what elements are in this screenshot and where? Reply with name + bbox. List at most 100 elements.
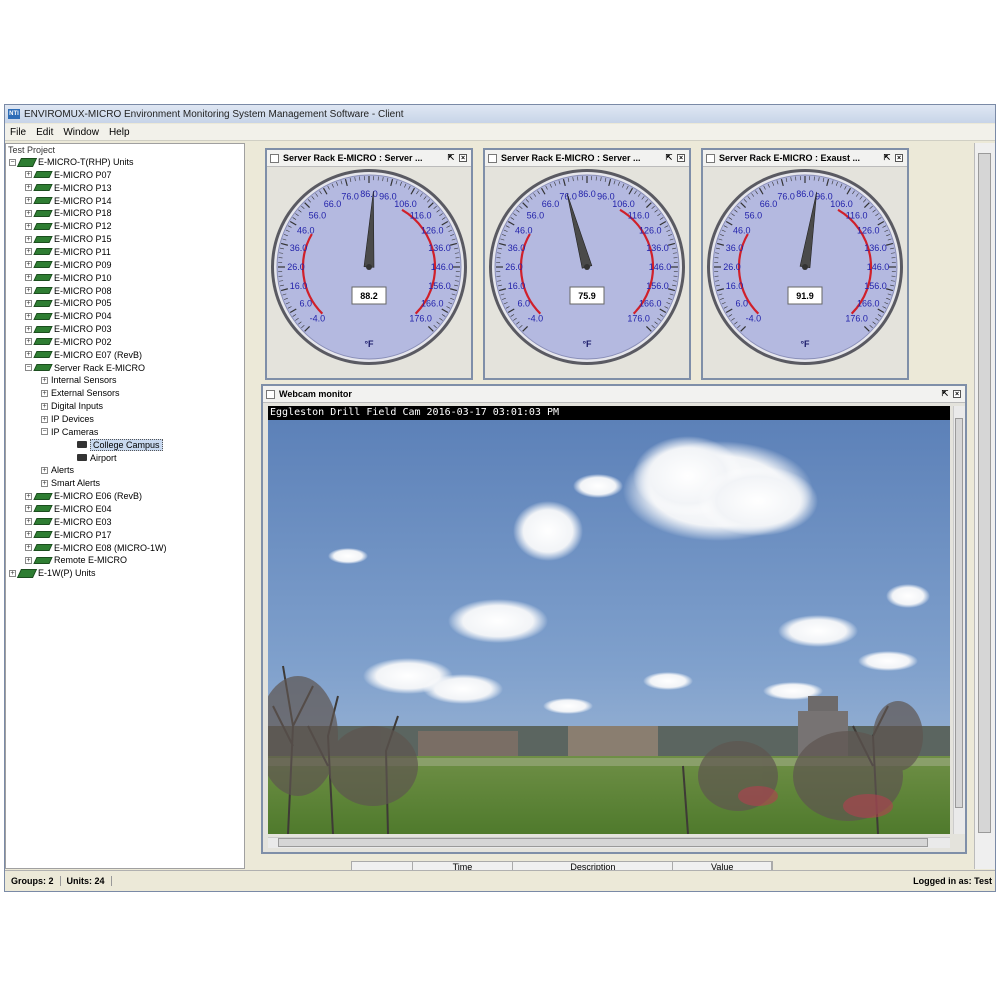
close-icon[interactable]: × xyxy=(953,390,961,398)
tree-unit[interactable]: + E-MICRO P08 xyxy=(25,285,112,297)
title-bar[interactable]: NTI ENVIROMUX-MICRO Environment Monitori… xyxy=(5,105,995,123)
expand-icon[interactable]: + xyxy=(25,184,32,192)
select-checkbox[interactable] xyxy=(488,153,497,163)
tree-camera[interactable]: Airport xyxy=(67,452,117,464)
gauge-window-2[interactable]: Server Rack E-MICRO : Server ... ⇱ × -4.… xyxy=(483,148,691,380)
tree-camera[interactable]: College Campus xyxy=(67,438,163,451)
tree-unit[interactable]: − Server Rack E-MICRO xyxy=(25,362,145,374)
tree-unit[interactable]: + E-MICRO P14 xyxy=(25,195,112,207)
expand-icon[interactable]: + xyxy=(25,351,32,359)
tree-unit[interactable]: + E-MICRO P15 xyxy=(25,233,112,245)
expand-icon[interactable]: + xyxy=(25,325,32,333)
tree-unit[interactable]: + E-MICRO E04 xyxy=(25,503,112,515)
expand-icon[interactable]: + xyxy=(41,415,48,423)
tree-category[interactable]: − IP Cameras xyxy=(41,426,98,438)
collapse-icon[interactable]: − xyxy=(9,158,16,166)
tree-category[interactable]: + Alerts xyxy=(41,464,74,476)
expand-icon[interactable]: + xyxy=(41,479,48,487)
gauge-title-bar[interactable]: Server Rack E-MICRO : Exaust ... ⇱ × xyxy=(703,150,907,167)
tree-unit[interactable]: + E-MICRO E03 xyxy=(25,516,112,528)
project-tree[interactable]: Test Project − E-MICRO-T(RHP) Units + E-MIC… xyxy=(5,143,245,869)
tree-category[interactable]: + IP Devices xyxy=(41,413,94,425)
tree-unit[interactable]: + E-MICRO P07 xyxy=(25,169,112,181)
collapse-icon[interactable]: − xyxy=(41,428,48,436)
tree-group[interactable]: − E-MICRO-T(RHP) Units xyxy=(9,156,134,168)
tree-unit[interactable]: + E-MICRO P04 xyxy=(25,310,112,322)
expand-icon[interactable]: + xyxy=(25,222,32,230)
restore-icon[interactable]: ⇱ xyxy=(447,154,455,162)
expand-icon[interactable]: + xyxy=(41,376,48,384)
desktop-vertical-scrollbar[interactable] xyxy=(974,143,995,869)
close-icon[interactable]: × xyxy=(895,154,903,162)
expand-icon[interactable]: + xyxy=(41,466,48,474)
select-checkbox[interactable] xyxy=(270,153,279,163)
expand-icon[interactable]: + xyxy=(25,492,32,500)
tree-category[interactable]: + Digital Inputs xyxy=(41,400,103,412)
tree-unit[interactable]: + Remote E-MICRO xyxy=(25,554,127,566)
restore-icon[interactable]: ⇱ xyxy=(883,154,891,162)
gauge-title-bar[interactable]: Server Rack E-MICRO : Server ... ⇱ × xyxy=(485,150,689,167)
expand-icon[interactable]: + xyxy=(25,544,32,551)
expand-icon[interactable]: + xyxy=(25,261,32,269)
menu-window[interactable]: Window xyxy=(58,127,104,138)
webcam-vertical-scrollbar[interactable] xyxy=(953,406,965,834)
webcam-horizontal-scrollbar[interactable] xyxy=(268,837,950,848)
tree-unit[interactable]: + E-MICRO P13 xyxy=(25,182,112,194)
expand-icon[interactable]: + xyxy=(25,274,32,282)
tree-unit[interactable]: + E-MICRO P10 xyxy=(25,272,112,284)
tree-unit[interactable]: + E-MICRO P11 xyxy=(25,246,111,258)
tree-unit[interactable]: + E-MICRO E06 (RevB) xyxy=(25,490,142,502)
tree-category[interactable]: + Smart Alerts xyxy=(41,477,100,489)
expand-icon[interactable]: + xyxy=(25,556,32,564)
gauge-window-1[interactable]: Server Rack E-MICRO : Server ... ⇱ × -4.… xyxy=(265,148,473,380)
pane-splitter[interactable] xyxy=(246,143,252,869)
tree-unit[interactable]: + E-MICRO P17 xyxy=(25,529,112,541)
close-icon[interactable]: × xyxy=(459,154,467,162)
expand-icon[interactable]: + xyxy=(25,197,32,205)
expand-icon[interactable]: + xyxy=(25,171,32,179)
collapse-icon[interactable]: − xyxy=(25,364,32,372)
menu-edit[interactable]: Edit xyxy=(31,127,58,138)
expand-icon[interactable]: + xyxy=(25,209,32,217)
scroll-thumb[interactable] xyxy=(978,153,991,833)
gauge-window-3[interactable]: Server Rack E-MICRO : Exaust ... ⇱ × -4.… xyxy=(701,148,909,380)
webcam-title-bar[interactable]: Webcam monitor ⇱ × xyxy=(263,386,965,403)
tree-unit[interactable]: + E-MICRO P05 xyxy=(25,297,112,309)
expand-icon[interactable]: + xyxy=(9,569,16,577)
tree-group[interactable]: + E-1W(P) Units xyxy=(9,567,96,579)
scroll-thumb[interactable] xyxy=(278,838,928,847)
gauge-scale-label: 176.0 xyxy=(409,314,432,324)
tree-unit[interactable]: + E-MICRO P02 xyxy=(25,336,112,348)
select-checkbox[interactable] xyxy=(706,153,715,163)
tree-unit[interactable]: + E-MICRO P12 xyxy=(25,220,112,232)
tree-unit[interactable]: + E-MICRO P03 xyxy=(25,323,112,335)
expand-icon[interactable]: + xyxy=(25,299,32,307)
tree-unit[interactable]: + E-MICRO P18 xyxy=(25,207,112,219)
gauge-title-bar[interactable]: Server Rack E-MICRO : Server ... ⇱ × xyxy=(267,150,471,167)
expand-icon[interactable]: + xyxy=(25,287,32,294)
tree-unit[interactable]: + E-MICRO E07 (RevB) xyxy=(25,349,142,361)
expand-icon[interactable]: + xyxy=(25,531,32,539)
menu-file[interactable]: File xyxy=(5,127,31,138)
select-checkbox[interactable] xyxy=(266,389,275,399)
expand-icon[interactable]: + xyxy=(41,402,48,410)
restore-icon[interactable]: ⇱ xyxy=(941,390,949,398)
expand-icon[interactable]: + xyxy=(25,338,32,346)
tree-category[interactable]: + External Sensors xyxy=(41,387,120,399)
expand-icon[interactable]: + xyxy=(25,505,32,513)
tree-node-label: External Sensors xyxy=(51,388,120,399)
close-icon[interactable]: × xyxy=(677,154,685,162)
restore-icon[interactable]: ⇱ xyxy=(665,154,673,162)
tree-category[interactable]: + Internal Sensors xyxy=(41,374,117,386)
expand-icon[interactable]: + xyxy=(25,518,32,526)
expand-icon[interactable]: + xyxy=(25,235,32,243)
tree-unit[interactable]: + E-MICRO P09 xyxy=(25,259,112,271)
expand-icon[interactable]: + xyxy=(41,389,48,397)
webcam-window[interactable]: Webcam monitor ⇱ × Eggleston Drill Field… xyxy=(261,384,967,854)
gauge-scale-label: 6.0 xyxy=(300,299,313,309)
scroll-thumb[interactable] xyxy=(955,418,963,808)
expand-icon[interactable]: + xyxy=(25,312,32,320)
tree-unit[interactable]: + E-MICRO E08 (MICRO-1W) xyxy=(25,542,167,554)
menu-help[interactable]: Help xyxy=(104,127,135,138)
expand-icon[interactable]: + xyxy=(25,248,32,256)
